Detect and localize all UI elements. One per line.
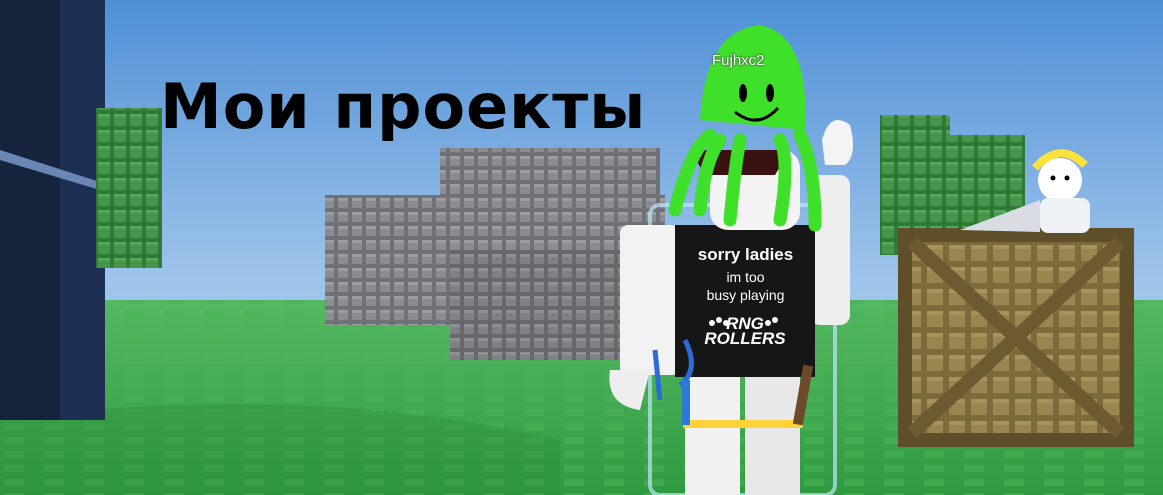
game-viewport[interactable]: Мои проекты Fujhxc2 sorry ladies im too …: [0, 0, 1163, 495]
wooden-crate: [898, 228, 1134, 447]
tree-left: [96, 108, 162, 268]
shirt-logo: RNG ROLLERS: [690, 315, 800, 348]
page-title: Мои проекты: [160, 70, 647, 143]
shirt-logo-bottom: ROLLERS: [704, 329, 786, 348]
player-nametag: Fujhxc2: [712, 52, 765, 69]
shirt-text-line3: busy playing: [706, 287, 785, 303]
shirt-text-line2: im too: [726, 269, 765, 285]
shirt-text-line1: sorry ladies: [697, 245, 794, 264]
